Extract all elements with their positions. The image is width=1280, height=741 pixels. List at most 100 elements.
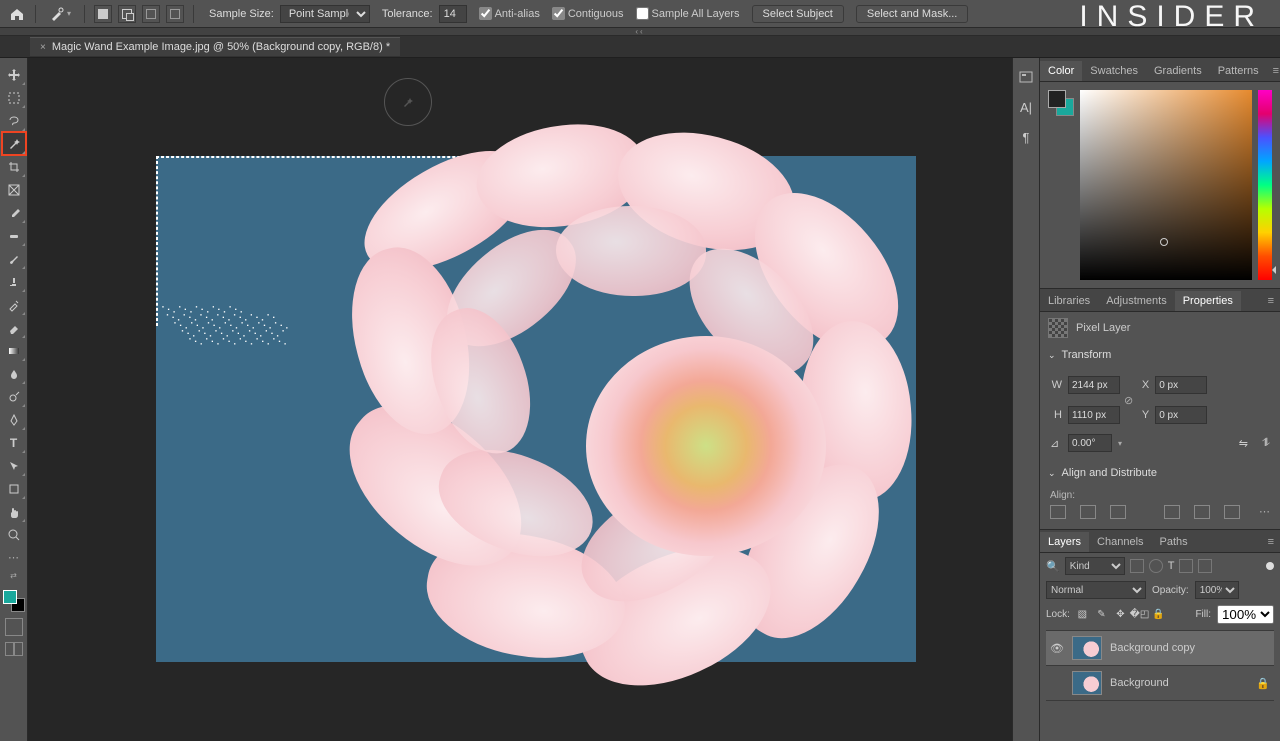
move-tool-icon[interactable]: [2, 63, 26, 86]
hue-slider[interactable]: [1258, 90, 1272, 280]
search-icon[interactable]: 🔍: [1046, 560, 1060, 573]
transform-header[interactable]: ⌄Transform: [1040, 344, 1280, 366]
tolerance-input[interactable]: [439, 5, 467, 23]
marquee-tool-icon[interactable]: [2, 86, 26, 109]
eyedropper-tool-icon[interactable]: [2, 201, 26, 224]
selection-subtract-icon[interactable]: [142, 5, 160, 23]
anti-alias-checkbox[interactable]: [479, 7, 492, 20]
lasso-tool-icon[interactable]: [2, 109, 26, 132]
magic-wand-tool-icon[interactable]: [2, 132, 26, 155]
align-header[interactable]: ⌄Align and Distribute: [1040, 462, 1280, 484]
layer-name[interactable]: Background copy: [1110, 642, 1195, 654]
zoom-tool-icon[interactable]: [2, 523, 26, 546]
active-tool-icon[interactable]: ▾: [45, 4, 75, 24]
crop-tool-icon[interactable]: [2, 155, 26, 178]
selection-add-icon[interactable]: [118, 5, 136, 23]
layer-filter-select[interactable]: Kind: [1065, 557, 1125, 575]
align-vcenter-icon[interactable]: [1194, 505, 1210, 519]
sample-all-checkbox[interactable]: [636, 7, 649, 20]
layer-thumbnail[interactable]: [1072, 636, 1102, 660]
blend-mode-select[interactable]: Normal: [1046, 581, 1146, 599]
tab-properties[interactable]: Properties: [1175, 291, 1241, 311]
x-input[interactable]: [1155, 376, 1207, 394]
gradient-tool-icon[interactable]: [2, 339, 26, 362]
lock-trans-icon[interactable]: ▧: [1076, 608, 1089, 621]
document-canvas[interactable]: ⠁⠂⠄⠁⠂⠄⠁⠂⠄⠁⠂⠄⠁⠂⠄ ⠁⠂⠄⠁⠂⠄⠁⠂⠄⠁⠂⠄⠁⠂⠄⠁⠂⠄⠁⠂ ⠁⠂⠄…: [156, 156, 916, 662]
pen-tool-icon[interactable]: [2, 408, 26, 431]
align-left-icon[interactable]: [1050, 505, 1066, 519]
canvas-area[interactable]: ⠁⠂⠄⠁⠂⠄⠁⠂⠄⠁⠂⠄⠁⠂⠄ ⠁⠂⠄⠁⠂⠄⠁⠂⠄⠁⠂⠄⠁⠂⠄⠁⠂⠄⠁⠂ ⠁⠂⠄…: [28, 58, 1012, 741]
fill-select[interactable]: 100%: [1217, 605, 1274, 624]
lock-all-icon[interactable]: 🔒: [1152, 608, 1165, 621]
sample-size-select[interactable]: Point Sample: [280, 5, 370, 23]
home-icon[interactable]: [8, 5, 26, 23]
filter-pixel-icon[interactable]: [1130, 559, 1144, 573]
close-tab-icon[interactable]: ×: [40, 42, 46, 53]
flip-h-icon[interactable]: ⇋: [1239, 437, 1248, 450]
color-swatch-pair[interactable]: [1048, 90, 1074, 116]
width-input[interactable]: [1068, 376, 1120, 394]
filter-adjust-icon[interactable]: [1149, 559, 1163, 573]
contiguous-checkbox[interactable]: [552, 7, 565, 20]
tab-gradients[interactable]: Gradients: [1146, 61, 1210, 81]
quick-mask-icon[interactable]: [5, 618, 23, 636]
brush-tool-icon[interactable]: [2, 247, 26, 270]
tab-channels[interactable]: Channels: [1089, 532, 1151, 552]
blur-tool-icon[interactable]: [2, 362, 26, 385]
frame-tool-icon[interactable]: [2, 178, 26, 201]
tab-paths[interactable]: Paths: [1152, 532, 1196, 552]
tab-libraries[interactable]: Libraries: [1040, 291, 1098, 311]
align-bottom-icon[interactable]: [1224, 505, 1240, 519]
shape-tool-icon[interactable]: [2, 477, 26, 500]
filter-toggle[interactable]: [1266, 562, 1274, 570]
tab-adjustments[interactable]: Adjustments: [1098, 291, 1175, 311]
edit-toolbar-icon[interactable]: ⋯: [2, 546, 26, 569]
height-input[interactable]: [1068, 406, 1120, 424]
filter-shape-icon[interactable]: [1179, 559, 1193, 573]
visibility-icon[interactable]: 👁: [1050, 642, 1064, 655]
more-options-icon[interactable]: ⋯: [1259, 505, 1270, 519]
lock-pos-icon[interactable]: ✥: [1114, 608, 1127, 621]
dodge-tool-icon[interactable]: [2, 385, 26, 408]
layer-row[interactable]: 👁 Background copy: [1046, 631, 1274, 666]
lock-nest-icon[interactable]: �◰: [1133, 608, 1146, 621]
selection-new-icon[interactable]: [94, 5, 112, 23]
align-top-icon[interactable]: [1164, 505, 1180, 519]
type-tool-icon[interactable]: T: [2, 431, 26, 454]
swap-colors-icon[interactable]: ⇄: [10, 571, 17, 580]
character-panel-icon[interactable]: A|: [1017, 98, 1035, 116]
tab-color[interactable]: Color: [1040, 61, 1082, 81]
link-dimensions-icon[interactable]: ⊘: [1124, 394, 1133, 407]
document-tab[interactable]: × Magic Wand Example Image.jpg @ 50% (Ba…: [30, 37, 400, 56]
layer-thumbnail[interactable]: [1072, 671, 1102, 695]
opacity-select[interactable]: 100%: [1195, 581, 1239, 599]
layer-row[interactable]: Background 🔒: [1046, 666, 1274, 701]
history-brush-tool-icon[interactable]: [2, 293, 26, 316]
path-select-tool-icon[interactable]: [2, 454, 26, 477]
color-swatches[interactable]: [3, 590, 25, 612]
tab-swatches[interactable]: Swatches: [1082, 61, 1146, 81]
panel-icon[interactable]: [1017, 68, 1035, 86]
stamp-tool-icon[interactable]: [2, 270, 26, 293]
panel-menu-icon[interactable]: ≡: [1262, 291, 1280, 311]
align-hcenter-icon[interactable]: [1080, 505, 1096, 519]
eraser-tool-icon[interactable]: [2, 316, 26, 339]
flip-v-icon[interactable]: ⥮: [1262, 437, 1270, 450]
paragraph-panel-icon[interactable]: ¶: [1017, 128, 1035, 146]
filter-type-icon[interactable]: T: [1168, 560, 1175, 572]
y-input[interactable]: [1155, 406, 1207, 424]
tab-patterns[interactable]: Patterns: [1210, 61, 1267, 81]
selection-intersect-icon[interactable]: [166, 5, 184, 23]
hand-tool-icon[interactable]: [2, 500, 26, 523]
panel-menu-icon[interactable]: ≡: [1267, 61, 1280, 81]
select-subject-button[interactable]: Select Subject: [752, 5, 844, 23]
color-field[interactable]: [1080, 90, 1252, 280]
screen-mode-icon[interactable]: [5, 642, 23, 656]
filter-smart-icon[interactable]: [1198, 559, 1212, 573]
healing-tool-icon[interactable]: [2, 224, 26, 247]
tab-layers[interactable]: Layers: [1040, 532, 1089, 552]
layer-name[interactable]: Background: [1110, 677, 1169, 689]
align-right-icon[interactable]: [1110, 505, 1126, 519]
panel-menu-icon[interactable]: ≡: [1262, 532, 1280, 552]
angle-input[interactable]: [1068, 434, 1112, 452]
